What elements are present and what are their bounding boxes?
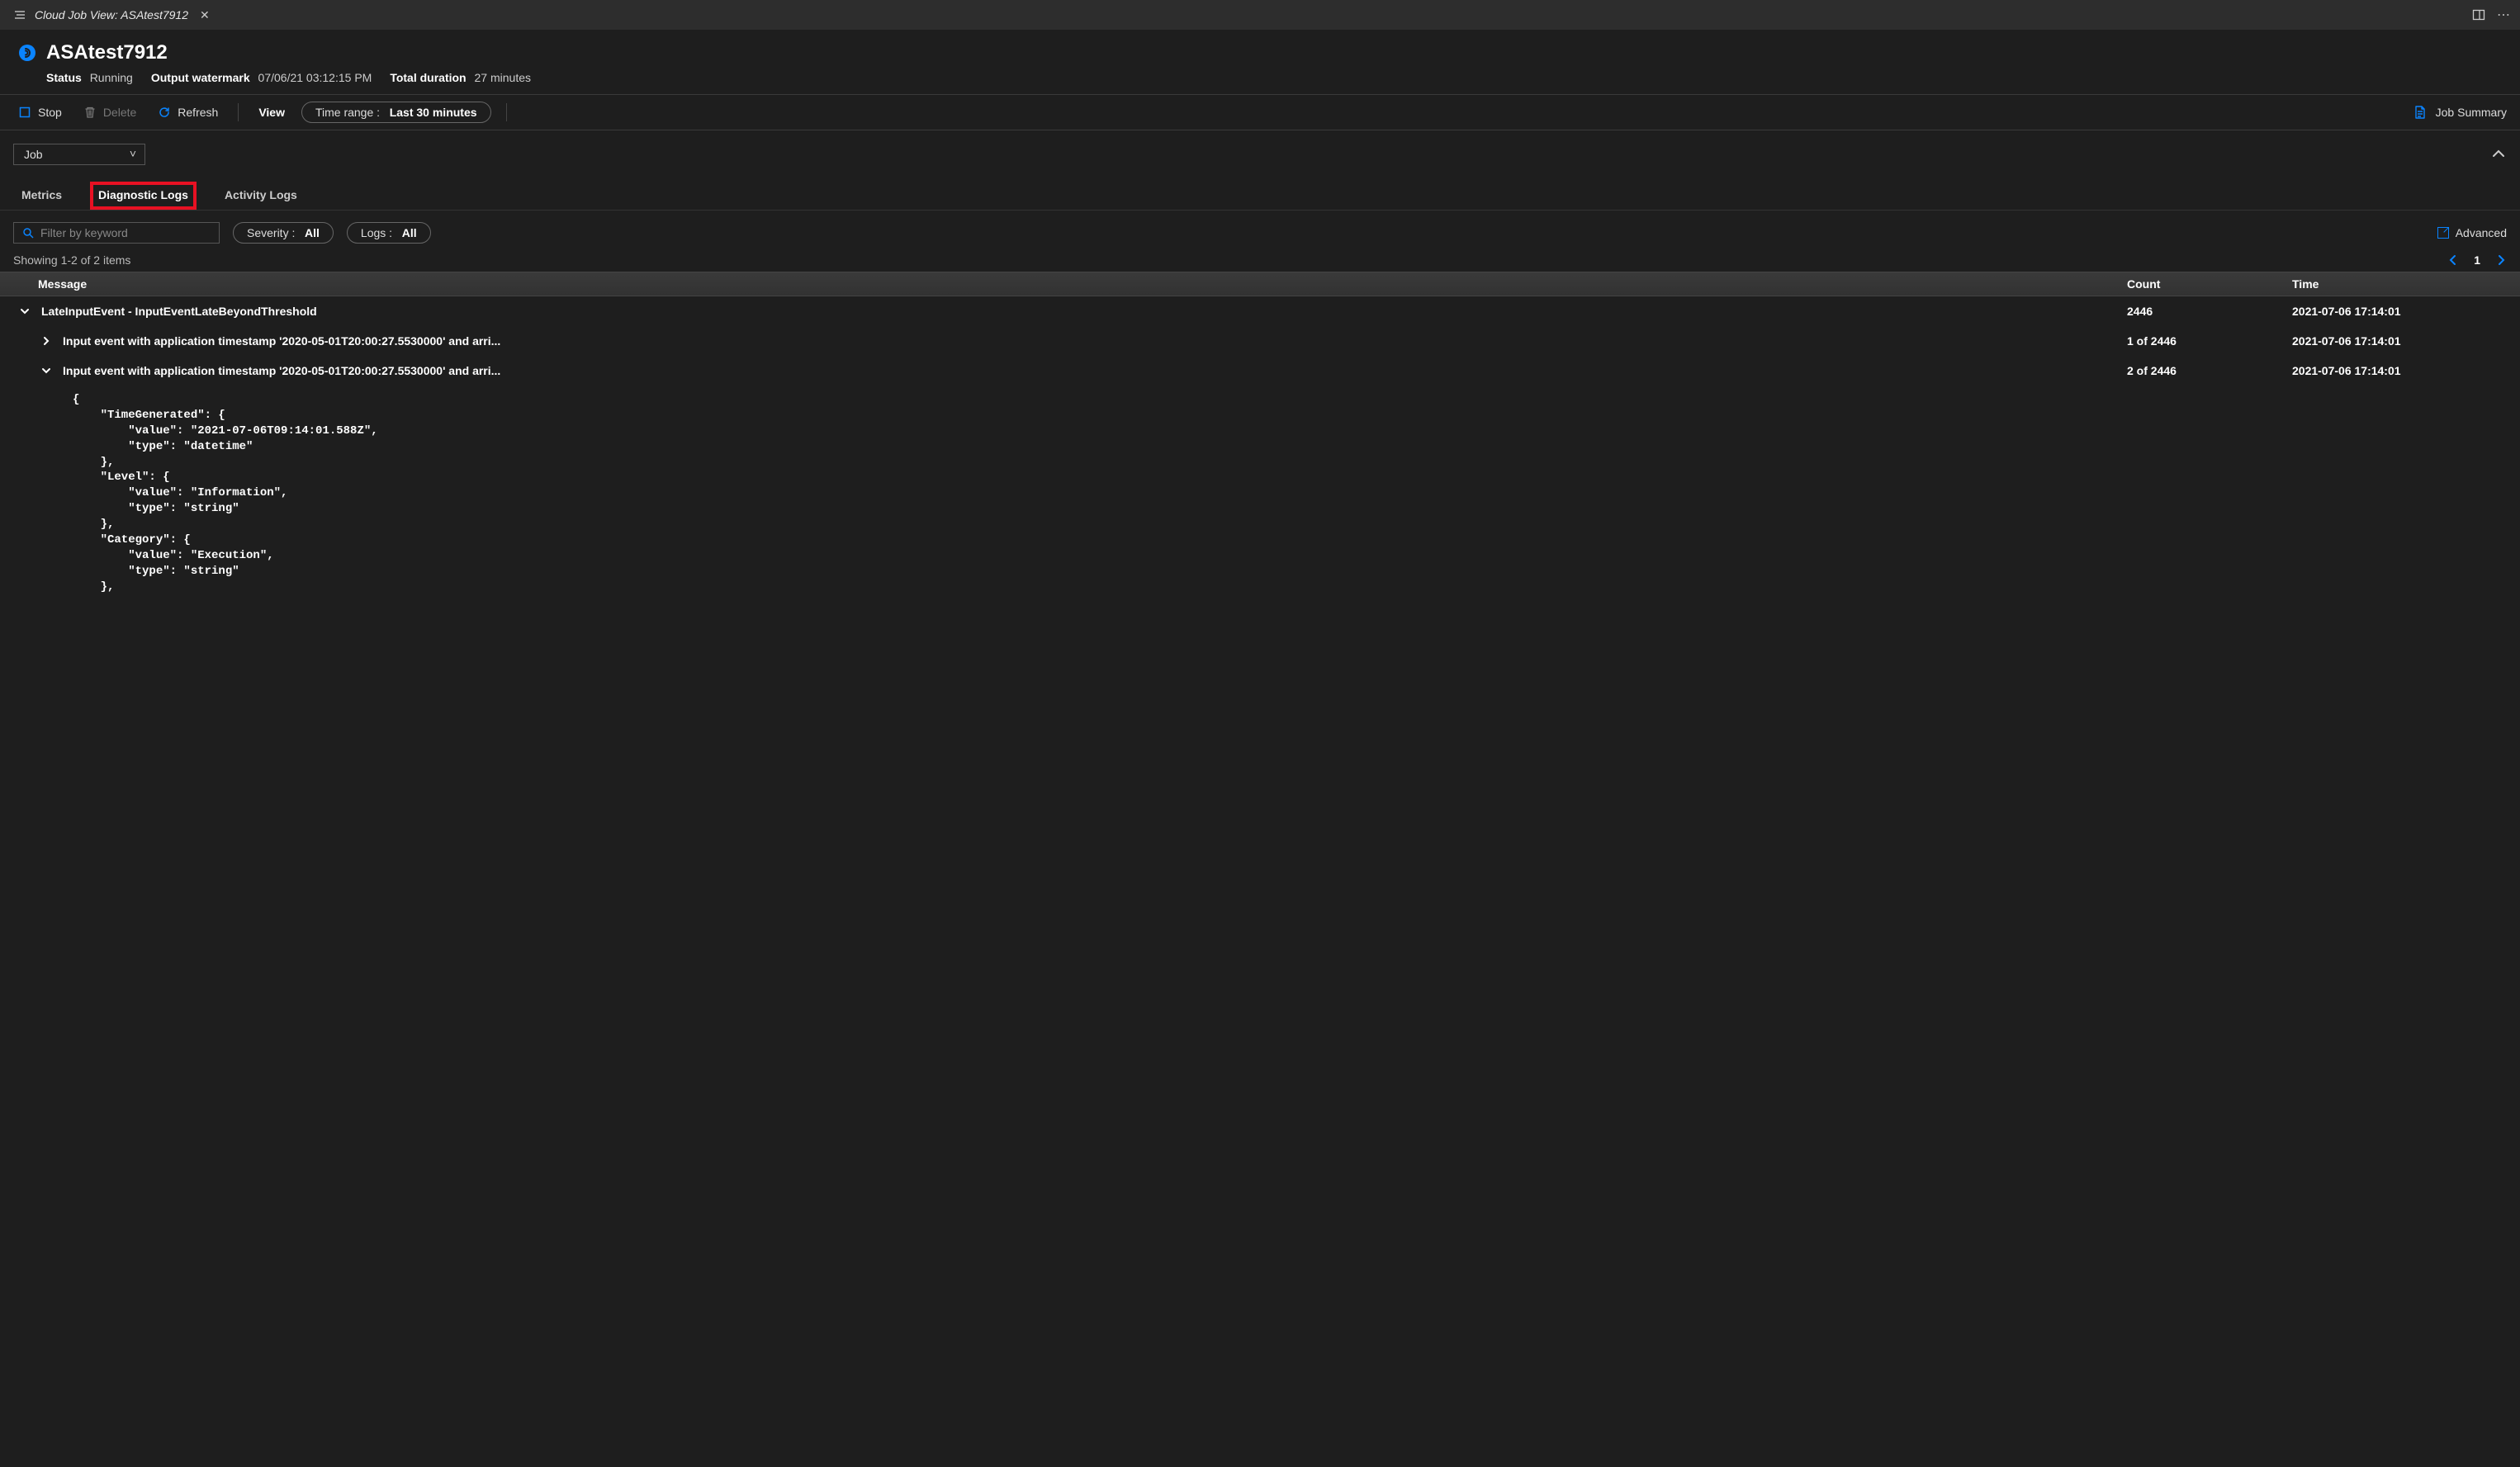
toolbar-divider xyxy=(238,103,239,121)
azure-stream-icon xyxy=(18,44,36,62)
severity-label: Severity : xyxy=(247,226,295,239)
view-label: View xyxy=(253,102,290,122)
status-value: Running xyxy=(90,71,133,84)
logs-filter[interactable]: Logs : All xyxy=(347,222,431,244)
showing-count: Showing 1-2 of 2 items xyxy=(13,253,130,267)
table-header: Message Count Time xyxy=(0,272,2520,296)
watermark-value: 07/06/21 03:12:15 PM xyxy=(258,71,372,84)
editor-tab[interactable]: Cloud Job View: ASAtest7912 ✕ xyxy=(5,3,221,27)
table-body: LateInputEvent - InputEventLateBeyondThr… xyxy=(0,296,2520,386)
search-icon xyxy=(22,227,34,239)
filter-keyword-field[interactable] xyxy=(40,226,211,239)
status-group: Status Running xyxy=(46,71,133,84)
status-label: Status xyxy=(46,71,82,84)
scope-select-value: Job xyxy=(24,148,43,161)
tab-metrics[interactable]: Metrics xyxy=(17,182,67,210)
row-count: 1 of 2446 xyxy=(2127,334,2292,348)
table-row[interactable]: Input event with application timestamp '… xyxy=(0,356,2520,386)
tab-diagnostic-logs[interactable]: Diagnostic Logs xyxy=(90,182,197,210)
col-time: Time xyxy=(2292,277,2507,291)
editor-titlebar: Cloud Job View: ASAtest7912 ✕ ⋯ xyxy=(0,0,2520,30)
time-range-value: Last 30 minutes xyxy=(390,106,477,119)
row-time: 2021-07-06 17:14:01 xyxy=(2292,364,2507,377)
chevron-right-icon[interactable] xyxy=(40,335,53,347)
job-summary-button[interactable]: Job Summary xyxy=(2413,105,2507,120)
stop-icon xyxy=(18,106,31,119)
toolbar-left: Stop Delete Refresh View Time range : La… xyxy=(13,102,510,123)
severity-filter[interactable]: Severity : All xyxy=(233,222,334,244)
time-range-pill[interactable]: Time range : Last 30 minutes xyxy=(301,102,491,123)
time-range-label: Time range : xyxy=(315,106,380,119)
stop-label: Stop xyxy=(38,106,62,119)
duration-label: Total duration xyxy=(390,71,466,84)
refresh-label: Refresh xyxy=(178,106,218,119)
col-message: Message xyxy=(38,277,2127,291)
more-icon[interactable]: ⋯ xyxy=(2497,7,2510,23)
chevron-down-icon[interactable] xyxy=(18,305,31,317)
next-page-icon[interactable] xyxy=(2495,254,2507,266)
row-count: 2 of 2446 xyxy=(2127,364,2292,377)
advanced-label: Advanced xyxy=(2456,226,2507,239)
row-message-text: LateInputEvent - InputEventLateBeyondThr… xyxy=(41,305,317,318)
collapse-section-icon[interactable] xyxy=(2490,146,2507,163)
close-icon[interactable]: ✕ xyxy=(197,8,213,22)
row-message-text: Input event with application timestamp '… xyxy=(63,364,500,377)
job-name: ASAtest7912 xyxy=(46,41,168,64)
external-link-icon xyxy=(2437,227,2449,239)
trash-icon xyxy=(83,106,97,119)
current-page: 1 xyxy=(2474,253,2480,267)
tab-title: Cloud Job View: ASAtest7912 xyxy=(35,8,188,21)
table-row[interactable]: Input event with application timestamp '… xyxy=(0,326,2520,356)
pager: 1 xyxy=(2447,253,2507,267)
row-message: Input event with application timestamp '… xyxy=(40,334,2127,348)
duration-value: 27 minutes xyxy=(475,71,531,84)
header-meta: Status Running Output watermark 07/06/21… xyxy=(46,71,2502,84)
toolbar: Stop Delete Refresh View Time range : La… xyxy=(0,94,2520,130)
titlebar-left: Cloud Job View: ASAtest7912 ✕ xyxy=(5,3,221,27)
titlebar-right: ⋯ xyxy=(2472,7,2515,23)
controls-row: Job xyxy=(0,130,2520,173)
filter-left: Severity : All Logs : All xyxy=(13,222,431,244)
duration-group: Total duration 27 minutes xyxy=(390,71,531,84)
prev-page-icon[interactable] xyxy=(2447,254,2459,266)
filter-keyword-input[interactable] xyxy=(13,222,220,244)
watermark-label: Output watermark xyxy=(151,71,250,84)
table-row[interactable]: LateInputEvent - InputEventLateBeyondThr… xyxy=(0,296,2520,326)
stop-button[interactable]: Stop xyxy=(13,102,67,122)
row-message: LateInputEvent - InputEventLateBeyondThr… xyxy=(18,305,2127,318)
delete-label: Delete xyxy=(103,106,136,119)
refresh-icon xyxy=(158,106,171,119)
logs-label: Logs : xyxy=(361,226,392,239)
tab-activity-logs[interactable]: Activity Logs xyxy=(220,182,302,210)
scope-select[interactable]: Job xyxy=(13,144,145,165)
col-count: Count xyxy=(2127,277,2292,291)
status-row: Showing 1-2 of 2 items 1 xyxy=(0,248,2520,272)
row-time: 2021-07-06 17:14:01 xyxy=(2292,334,2507,348)
row-time: 2021-07-06 17:14:01 xyxy=(2292,305,2507,318)
severity-value: All xyxy=(305,226,320,239)
filter-row: Severity : All Logs : All Advanced xyxy=(0,211,2520,248)
watermark-group: Output watermark 07/06/21 03:12:15 PM xyxy=(151,71,372,84)
log-tabs: Metrics Diagnostic Logs Activity Logs xyxy=(0,173,2520,211)
row-message: Input event with application timestamp '… xyxy=(40,364,2127,377)
refresh-button[interactable]: Refresh xyxy=(153,102,223,122)
job-summary-label: Job Summary xyxy=(2436,106,2507,119)
advanced-link[interactable]: Advanced xyxy=(2437,226,2507,239)
chevron-down-icon[interactable] xyxy=(40,365,53,376)
delete-button: Delete xyxy=(78,102,141,122)
toolbar-divider-2 xyxy=(506,103,507,121)
document-icon xyxy=(2413,105,2428,120)
header-title-row: ASAtest7912 xyxy=(18,41,2502,64)
tab-icon xyxy=(13,8,26,21)
row-count: 2446 xyxy=(2127,305,2292,318)
row-message-text: Input event with application timestamp '… xyxy=(63,334,500,348)
logs-value: All xyxy=(402,226,417,239)
split-editor-icon[interactable] xyxy=(2472,8,2485,21)
log-detail-json: { "TimeGenerated": { "value": "2021-07-0… xyxy=(0,386,2520,608)
job-header: ASAtest7912 Status Running Output waterm… xyxy=(0,30,2520,94)
